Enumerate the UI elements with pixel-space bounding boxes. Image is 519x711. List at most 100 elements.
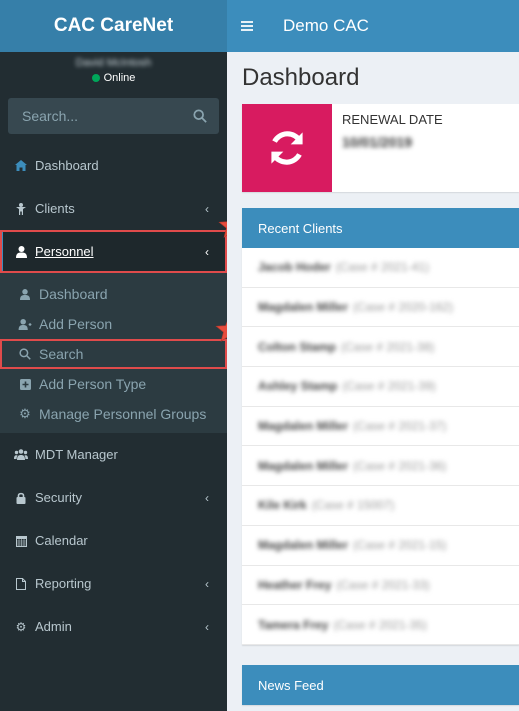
news-feed-header: News Feed: [242, 665, 519, 705]
sidebar-item-label: Reporting: [35, 576, 92, 591]
list-item[interactable]: Magdalen Miller (Case # 2021-15): [242, 526, 519, 566]
client-case-number: (Case # 2021-37): [353, 419, 447, 434]
renewal-label: RENEWAL DATE: [342, 112, 443, 127]
app-title: Demo CAC: [283, 16, 369, 35]
submenu-item-label: Add Person Type: [39, 376, 147, 392]
submenu-item-manage-groups[interactable]: ⚙ Manage Personnel Groups: [0, 399, 227, 429]
sidebar-item-dashboard[interactable]: Dashboard: [0, 144, 227, 187]
submenu-item-search[interactable]: Search: [0, 339, 227, 369]
recent-clients-list: Jacob Hoder (Case # 2021-41) Magdalen Mill…: [242, 248, 519, 645]
submenu-item-add-person-type[interactable]: Add Person Type: [0, 369, 227, 399]
news-feed-box: News Feed: [242, 665, 519, 705]
sidebar-item-calendar[interactable]: Calendar: [0, 519, 227, 562]
client-name-link[interactable]: Magdalen Miller: [258, 459, 348, 473]
user-icon: [14, 245, 28, 258]
child-icon: [14, 202, 28, 215]
list-item[interactable]: Kile Kirk (Case # 15007): [242, 486, 519, 526]
client-name-link[interactable]: Colton Stamp: [258, 340, 336, 354]
plus-square-icon: [18, 378, 32, 390]
client-name-link[interactable]: Magdalen Miller: [258, 538, 348, 552]
client-name-link[interactable]: Magdalen Miller: [258, 419, 348, 433]
client-case-number: (Case # 2021-38): [341, 339, 435, 354]
client-name-link[interactable]: Ashley Stamp: [258, 379, 337, 393]
client-case-number: (Case # 2021-35): [333, 617, 427, 632]
sidebar-item-mdt-manager[interactable]: MDT Manager: [0, 433, 227, 476]
main-content: Dashboard RENEWAL DATE 10/01/2019 Recent…: [227, 52, 519, 711]
online-dot-icon: [91, 74, 100, 82]
recent-clients-box: Recent Clients Jacob Hoder (Case # 2021-4…: [242, 208, 519, 645]
sidebar-item-admin[interactable]: ⚙ Admin ‹: [0, 605, 227, 648]
page-title: Dashboard: [242, 64, 360, 91]
client-case-number: (Case # 2021-36): [353, 458, 447, 473]
sidebar-search-input[interactable]: [22, 108, 172, 124]
list-item[interactable]: Heather Frey (Case # 2021-33): [242, 566, 519, 606]
user-status: Online: [91, 72, 136, 84]
list-item[interactable]: Jacob Hoder (Case # 2021-41): [242, 248, 519, 288]
sidebar-menu: Dashboard Clients ‹ Personnel ‹ Dashboar…: [0, 144, 227, 648]
chevron-left-icon: ‹: [205, 201, 209, 216]
top-navbar: Demo CAC: [227, 0, 519, 52]
submenu-item-label: Dashboard: [39, 286, 108, 302]
client-name-link[interactable]: Jacob Hoder: [258, 260, 331, 274]
hamburger-menu-icon[interactable]: [227, 21, 267, 31]
sidebar-item-label: Dashboard: [35, 158, 99, 173]
sidebar-item-security[interactable]: Security ‹: [0, 476, 227, 519]
list-item[interactable]: Magdalen Miller (Case # 2021-37): [242, 407, 519, 447]
renewal-date: 10/01/2019: [342, 134, 413, 150]
sidebar-item-label: MDT Manager: [35, 447, 118, 462]
sidebar-item-label: Admin: [35, 619, 72, 634]
sidebar: CAC CareNet David McIntosh Online Dashbo…: [0, 0, 246, 711]
sidebar-search: [8, 98, 219, 134]
submenu-item-label: Add Person: [39, 316, 113, 332]
sidebar-item-personnel[interactable]: Personnel ‹: [0, 230, 227, 273]
personnel-submenu: Dashboard Add Person Search Add Person T…: [0, 273, 227, 433]
submenu-item-label: Search: [39, 346, 84, 362]
refresh-icon: [242, 104, 332, 192]
submenu-item-add-person[interactable]: Add Person: [0, 309, 227, 339]
client-case-number: (Case # 15007): [311, 498, 395, 513]
user-status-label: Online: [103, 72, 136, 84]
sidebar-item-label: Security: [35, 490, 82, 505]
list-item[interactable]: Magdalen Miller (Case # 2021-36): [242, 446, 519, 487]
sidebar-item-clients[interactable]: Clients ‹: [0, 187, 227, 230]
submenu-item-label: Manage Personnel Groups: [39, 406, 207, 422]
chevron-left-icon: ‹: [205, 490, 209, 505]
client-case-number: (Case # 2021-41): [335, 260, 430, 275]
submenu-item-dashboard[interactable]: Dashboard: [0, 279, 227, 309]
search-icon: [18, 348, 32, 360]
file-icon: [14, 577, 28, 590]
users-icon: [14, 449, 28, 460]
client-case-number: (Case # 2021-39): [342, 379, 436, 394]
client-name-link[interactable]: Kile Kirk: [258, 498, 307, 512]
sidebar-item-label: Personnel: [35, 244, 94, 259]
sidebar-item-reporting[interactable]: Reporting ‹: [0, 562, 227, 605]
renewal-info-box: RENEWAL DATE 10/01/2019: [242, 104, 519, 192]
list-item[interactable]: Magdalen Miller (Case # 2020-162): [242, 288, 519, 328]
list-item[interactable]: Ashley Stamp (Case # 2021-39): [242, 367, 519, 407]
recent-clients-header: Recent Clients: [242, 208, 519, 248]
user-panel: David McIntosh Online: [0, 52, 227, 88]
sidebar-item-label: Calendar: [35, 533, 88, 548]
client-case-number: (Case # 2021-15): [353, 538, 447, 553]
list-item[interactable]: Tamera Frey (Case # 2021-35): [242, 605, 519, 645]
search-icon[interactable]: [193, 109, 207, 123]
client-case-number: (Case # 2020-162): [353, 300, 454, 315]
user-plus-icon: [18, 318, 32, 330]
chevron-left-icon: ‹: [205, 576, 209, 591]
gears-icon: ⚙: [15, 619, 27, 634]
chevron-left-icon: ‹: [205, 619, 209, 634]
client-name-link[interactable]: Heather Frey: [258, 578, 331, 592]
client-case-number: (Case # 2021-33): [336, 577, 430, 592]
chevron-down-icon: ‹: [205, 244, 209, 259]
client-name-link[interactable]: Magdalen Miller: [258, 300, 348, 314]
user-name: David McIntosh: [75, 57, 152, 69]
list-item[interactable]: Colton Stamp (Case # 2021-38): [242, 327, 519, 368]
brand-logo[interactable]: CAC CareNet: [0, 0, 227, 52]
gear-icon: ⚙: [19, 406, 31, 421]
calendar-icon: [14, 535, 28, 547]
client-name-link[interactable]: Tamera Frey: [258, 618, 328, 632]
user-icon: [18, 288, 32, 300]
dashboard-icon: [14, 160, 28, 171]
sidebar-item-label: Clients: [35, 201, 75, 216]
lock-icon: [14, 492, 28, 504]
